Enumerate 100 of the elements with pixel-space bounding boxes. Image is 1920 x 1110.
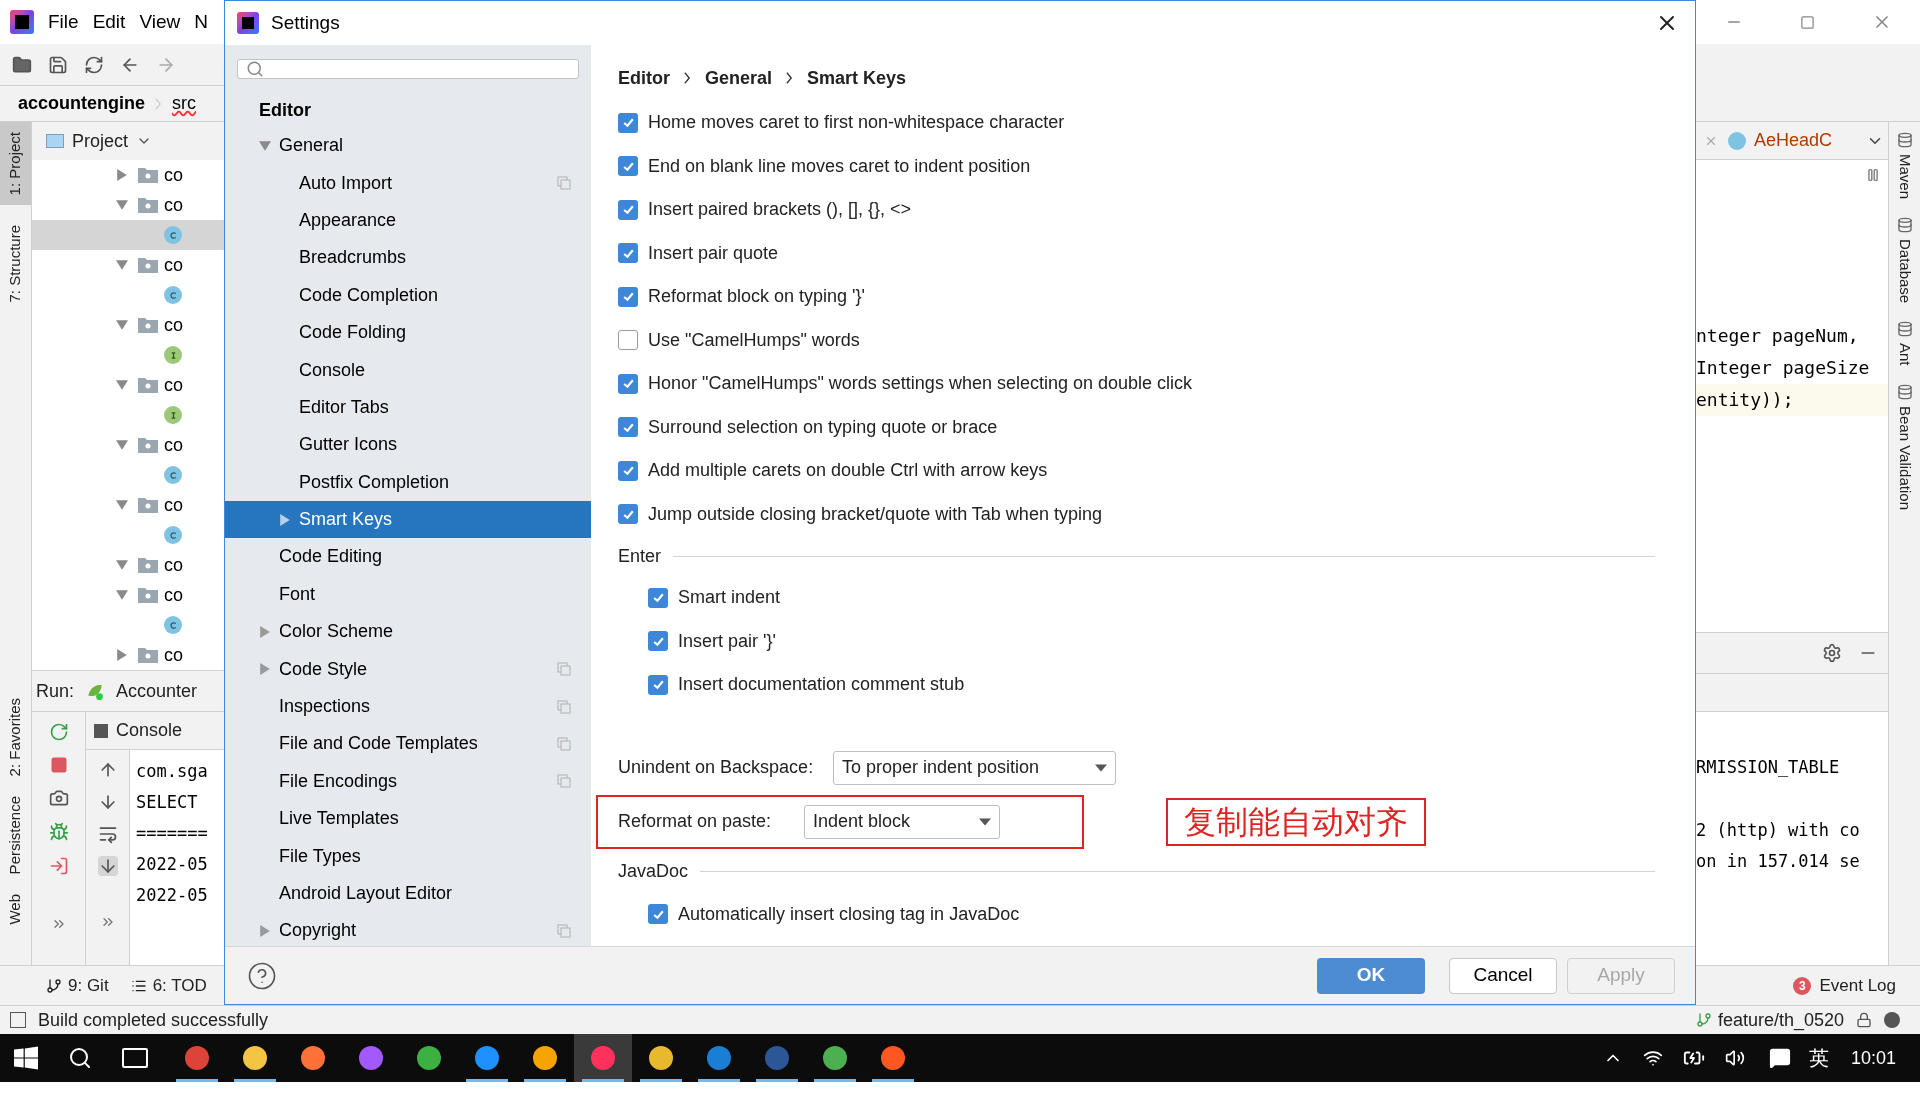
settings-tree-item[interactable]: Auto Import xyxy=(225,164,591,202)
sync-icon[interactable] xyxy=(84,54,104,75)
settings-tree-item[interactable]: Postfix Completion xyxy=(225,463,591,501)
wrap-icon[interactable] xyxy=(97,824,118,844)
tree-row[interactable]: co xyxy=(32,430,224,460)
tool-window-tab[interactable]: Maven xyxy=(1893,132,1916,200)
tree-row[interactable]: co xyxy=(32,550,224,580)
settings-tree-item[interactable]: Font xyxy=(225,575,591,614)
rerun-icon[interactable] xyxy=(48,722,69,742)
dropdown[interactable]: To proper indent position xyxy=(833,750,1116,785)
settings-tree-item[interactable]: Color Scheme xyxy=(225,613,591,651)
breadcrumb-item[interactable]: accountengine xyxy=(18,90,146,117)
run-config-tab[interactable]: Accounter xyxy=(116,677,198,705)
folder-name: co xyxy=(164,253,183,277)
checkbox[interactable] xyxy=(618,417,638,438)
stop-icon[interactable] xyxy=(49,756,68,774)
tool-window-tab[interactable]: Web xyxy=(0,884,31,935)
ok-button[interactable]: OK xyxy=(1317,957,1425,994)
settings-tree-item[interactable]: Smart Keys xyxy=(225,500,591,539)
checkbox[interactable] xyxy=(618,460,638,481)
tree-row[interactable]: co xyxy=(32,190,224,220)
checkbox[interactable] xyxy=(618,243,638,264)
wifi-icon[interactable] xyxy=(1642,1048,1663,1068)
clock[interactable]: 10:01 xyxy=(1850,1044,1896,1072)
tool-window-tab[interactable]: Bean Validation xyxy=(1893,383,1916,510)
checkbox[interactable] xyxy=(618,156,638,177)
settings-tree-item[interactable]: Code Style xyxy=(225,650,591,688)
breadcrumb-item[interactable]: src xyxy=(172,90,197,117)
folder-icon[interactable] xyxy=(12,54,32,75)
settings-tree-item[interactable]: Code Editing xyxy=(225,538,591,576)
git-tab[interactable]: 9: Git xyxy=(46,972,109,999)
task-view-icon[interactable] xyxy=(122,1048,148,1068)
checkbox[interactable] xyxy=(648,587,668,608)
option-label: Home moves caret to first non-whitespace character xyxy=(648,111,1065,135)
settings-tree-item[interactable]: Inspections xyxy=(225,687,591,726)
checkbox[interactable] xyxy=(618,373,638,394)
checkbox[interactable] xyxy=(648,674,668,695)
menu-item[interactable]: Edit xyxy=(92,7,126,37)
tree-row[interactable]: co xyxy=(32,250,224,280)
help-icon[interactable] xyxy=(247,960,277,991)
panel-title[interactable]: Project xyxy=(72,127,129,155)
settings-tree-item[interactable]: Code Folding xyxy=(225,313,591,352)
settings-tree-item[interactable]: Breadcrumbs xyxy=(225,239,591,277)
checkbox[interactable] xyxy=(618,504,638,525)
todo-tab[interactable]: 6: TOD xyxy=(130,972,207,999)
chevron-right-icon xyxy=(786,71,794,85)
tool-window-tab[interactable]: Ant xyxy=(1893,321,1916,366)
settings-tree-item[interactable]: Copyright xyxy=(225,912,591,950)
taskbar-app[interactable] xyxy=(574,1034,632,1082)
settings-tree-item[interactable]: Live Templates xyxy=(225,800,591,838)
exit-icon[interactable] xyxy=(48,856,69,876)
tool-window-tab[interactable]: 7: Structure xyxy=(0,215,31,313)
input-method[interactable]: 英 xyxy=(1808,1043,1829,1073)
tool-window-tab[interactable]: 2: Favorites xyxy=(0,687,31,787)
menu-item[interactable]: N xyxy=(194,7,208,37)
search-field[interactable] xyxy=(237,59,579,79)
tree-row[interactable]: co xyxy=(32,490,224,520)
folder-icon xyxy=(138,497,158,513)
settings-tree-item[interactable]: File and Code Templates xyxy=(225,725,591,763)
menu-item[interactable]: View xyxy=(139,7,181,37)
settings-icon[interactable] xyxy=(1822,643,1842,663)
volume-icon[interactable] xyxy=(1724,1048,1745,1068)
settings-tree-item[interactable]: Appearance xyxy=(225,201,591,240)
checkbox[interactable] xyxy=(648,904,668,925)
windows-start-icon[interactable] xyxy=(14,1046,38,1070)
scroll-end-icon[interactable] xyxy=(97,856,118,876)
dialog-button[interactable]: Cancel xyxy=(1449,957,1557,994)
tree-row[interactable]: co xyxy=(32,580,224,610)
settings-tree-item[interactable]: Console xyxy=(225,351,591,389)
settings-tree-item[interactable]: File Encodings xyxy=(225,762,591,801)
camera-icon[interactable] xyxy=(48,788,69,808)
settings-tree-item[interactable]: File Types xyxy=(225,837,591,875)
tree-row[interactable]: co xyxy=(32,310,224,340)
tool-window-tab[interactable]: 1: Project xyxy=(0,122,31,206)
notification-icon[interactable] xyxy=(1768,1047,1791,1069)
checkbox[interactable] xyxy=(648,631,668,652)
tree-row[interactable]: co xyxy=(32,160,224,190)
settings-tree-item[interactable]: Editor Tabs xyxy=(225,388,591,427)
tree-row[interactable]: co xyxy=(32,370,224,400)
tool-window-tab[interactable]: Persistence xyxy=(0,786,31,885)
lock-icon[interactable] xyxy=(1856,1012,1872,1028)
checkbox[interactable] xyxy=(618,199,638,220)
checkbox[interactable] xyxy=(618,286,638,307)
checkbox[interactable] xyxy=(618,330,638,351)
search-icon[interactable] xyxy=(68,1046,92,1070)
settings-tree-item[interactable]: Code Completion xyxy=(225,276,591,314)
save-icon[interactable] xyxy=(48,54,68,75)
dropdown[interactable]: Indent block xyxy=(804,804,1000,839)
settings-tree-item[interactable]: Gutter Icons xyxy=(225,426,591,464)
folder-name: co xyxy=(164,553,183,577)
event-log-tab[interactable]: Event Log xyxy=(1819,972,1896,999)
checkbox[interactable] xyxy=(618,112,638,133)
settings-tree-item[interactable]: Android Layout Editor xyxy=(225,874,591,913)
git-branch[interactable]: feature/th_0520 xyxy=(1695,1006,1844,1034)
tree-row[interactable]: co xyxy=(32,640,224,670)
bug-icon[interactable] xyxy=(48,822,69,842)
menu-item[interactable]: File xyxy=(48,7,79,37)
settings-tree-item[interactable]: General xyxy=(225,127,591,165)
editor-tab[interactable]: AeHeadC xyxy=(1728,127,1833,154)
tool-window-tab[interactable]: Database xyxy=(1893,217,1916,304)
